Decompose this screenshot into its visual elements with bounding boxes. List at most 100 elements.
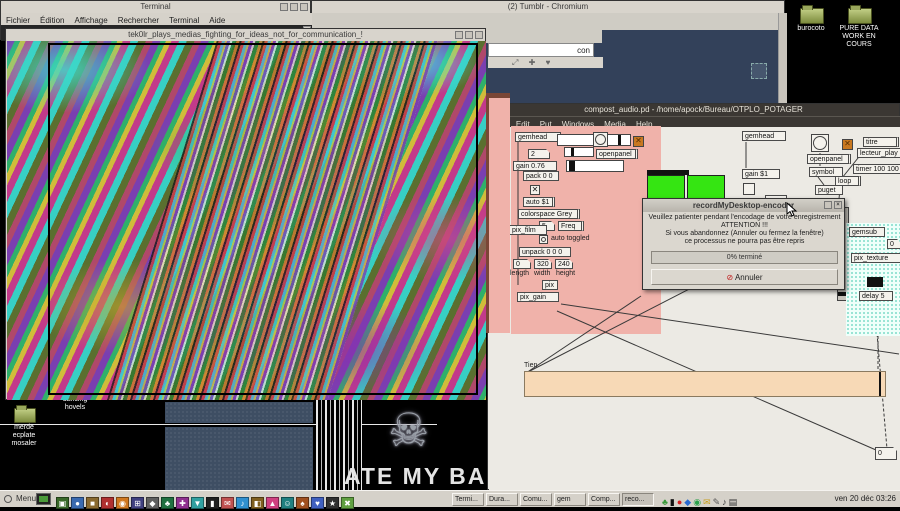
shield-green-icon[interactable]: ◉ [693,496,701,509]
pd-toggle-orange-right[interactable]: ✕ [842,139,853,150]
key-icon[interactable]: ✖ [341,497,354,509]
pd-object-puget[interactable]: puget [815,185,843,195]
pd-number-bottom-right[interactable]: 0 [875,447,897,460]
frog-icon[interactable]: ♣ [662,496,668,509]
image-max-icon[interactable] [465,31,473,39]
printer-icon[interactable]: ♥ [311,497,324,509]
show-desktop-icon[interactable] [4,495,12,503]
pd-object-unpack[interactable]: unpack 0 0 0 [519,247,571,257]
terminal-close-icon[interactable] [300,3,308,11]
pd-toggle-right[interactable] [743,183,755,195]
screenshot-tile[interactable] [36,493,51,505]
pd-object-pix-film[interactable]: pix_film [509,225,547,235]
cube-icon[interactable]: ◧ [251,497,264,509]
mail-tray-icon[interactable]: ✉ [703,496,711,509]
task-terminal[interactable]: Termi... [452,493,484,506]
pd-object-delay[interactable]: delay 5 [859,291,893,301]
chromium-scrollbar[interactable] [778,13,787,105]
heart-icon[interactable]: ♥ [546,58,551,67]
task-dura[interactable]: Dura... [486,493,518,506]
pd-bang-big-pink[interactable] [593,132,608,147]
pd-object-gemhead-right[interactable]: gemhead [742,131,786,141]
gimp-icon[interactable]: ◆ [146,497,159,509]
pd-object-lecteur[interactable]: lecteur_play [857,148,900,158]
pd-message-loop[interactable]: loop [835,176,861,186]
terminal-max-icon[interactable] [290,3,298,11]
clock-icon[interactable]: ◐ [101,497,114,509]
green-meter-1[interactable] [647,175,685,200]
shield-blue-icon[interactable]: ◆ [684,496,691,509]
pd-titlebar[interactable]: compost_audio.pd - /home/apock/Bureau/OT… [488,104,899,116]
monitor-icon[interactable]: ★ [326,497,339,509]
pd-message-colorspace[interactable]: colorspace Grey [518,209,580,219]
folder-burocoto-icon[interactable] [800,8,824,24]
draw-icon[interactable]: ✚ [176,497,189,509]
pd-message-freq[interactable]: Freq [558,221,584,231]
folder-puredata-icon[interactable] [848,8,872,24]
green-meter-2[interactable] [687,175,725,200]
pd-object-pix-gain[interactable]: pix_gain [517,292,559,302]
flask-icon[interactable]: ▲ [266,497,279,509]
image-min-icon[interactable] [455,31,463,39]
pencil-icon[interactable]: ✎ [713,496,721,509]
task-record[interactable]: reco... [622,493,654,506]
task-compost[interactable]: Comp... [588,493,620,506]
page-avatar[interactable] [751,63,767,79]
pd-object-gain[interactable]: gain 0.76 [513,161,557,171]
terminal-titlebar[interactable]: Terminal [1,1,310,13]
dialog-titlebar[interactable]: recordMyDesktop-encoder × [643,199,844,212]
leaf-icon[interactable]: ♣ [161,497,174,509]
image-close-icon[interactable] [475,31,483,39]
files-icon[interactable]: ■ [86,497,99,509]
keyboard-icon[interactable]: ▤ [729,496,738,509]
pd-bang-big-right[interactable] [811,134,829,152]
folder-merde-label[interactable]: merde ecplate mosaler [2,424,46,448]
pd-message-auto[interactable]: auto $1 [523,197,555,207]
folder-burocoto-label[interactable]: burocoto [789,25,833,33]
browser-icon[interactable]: ● [71,497,84,509]
pd-number-box[interactable]: 2 [528,149,550,159]
record-dot-icon[interactable]: ● [677,496,682,509]
pd-message-openpanel-pink[interactable]: openpanel [596,149,638,159]
task-gem[interactable]: gem [554,493,586,506]
pd-toggle-orange[interactable]: ✕ [633,136,644,147]
firefox-icon[interactable]: ◉ [116,497,129,509]
terminal-min-icon[interactable] [280,3,288,11]
pd-hslider-2[interactable] [564,147,594,157]
music-icon[interactable]: ♪ [236,497,249,509]
pd-object-pix-small[interactable]: pix [542,280,558,290]
pd-object-gain1[interactable]: gain $1 [742,169,780,179]
screenshot-icon[interactable]: ▣ [56,497,69,509]
pd-object-timer[interactable]: timer 100 100 [853,164,900,174]
pd-number-height[interactable]: 240 [555,259,573,269]
pd-object-gemsub[interactable]: gemsub [849,227,885,237]
camera-icon[interactable]: ▼ [191,497,204,509]
pd-bang[interactable] [539,235,548,244]
folder-puredata-label[interactable]: PURE DATA WORK EN COURS [831,25,887,49]
taskbar-menu-label[interactable]: Menu [16,492,36,506]
pd-message-titre[interactable]: titre [863,137,899,147]
pd-message-openpanel-right[interactable]: openpanel [807,154,851,164]
chromium-titlebar[interactable]: (2) Tumblr - Chromium [312,1,784,13]
pd-object-pack[interactable]: pack 0 0 [523,171,559,181]
grid-icon[interactable]: ⊞ [131,497,144,509]
pd-hslider-3[interactable] [566,160,624,172]
array-graph[interactable] [524,371,886,397]
add-icon[interactable]: ✚ [529,58,536,67]
image-window-titlebar[interactable]: tek0lr_plays_medias_fighting_for_ideas_n… [6,29,485,41]
fullscreen-icon[interactable]: ⤢ [512,58,518,67]
dialog-shade-icon[interactable] [824,201,832,209]
pd-number-length[interactable]: 0 [513,259,531,269]
mail-icon[interactable]: ✉ [221,497,234,509]
folder-merde-icon[interactable] [14,408,36,423]
terminal-icon[interactable]: ▮ [206,497,219,509]
task-comu[interactable]: Comu... [520,493,552,506]
screen-icon[interactable]: ▮ [670,496,675,509]
pd-toggle[interactable]: ✕ [530,185,540,195]
pd-object-gemhead-pink[interactable]: gemhead [515,132,561,142]
pd-object-pix-texture[interactable]: pix_texture [851,253,900,263]
dialog-close-icon[interactable]: × [834,201,842,209]
disc-icon[interactable]: ☺ [281,497,294,509]
volume-icon[interactable]: ♪ [722,496,727,509]
pd-number-width[interactable]: 320 [534,259,552,269]
